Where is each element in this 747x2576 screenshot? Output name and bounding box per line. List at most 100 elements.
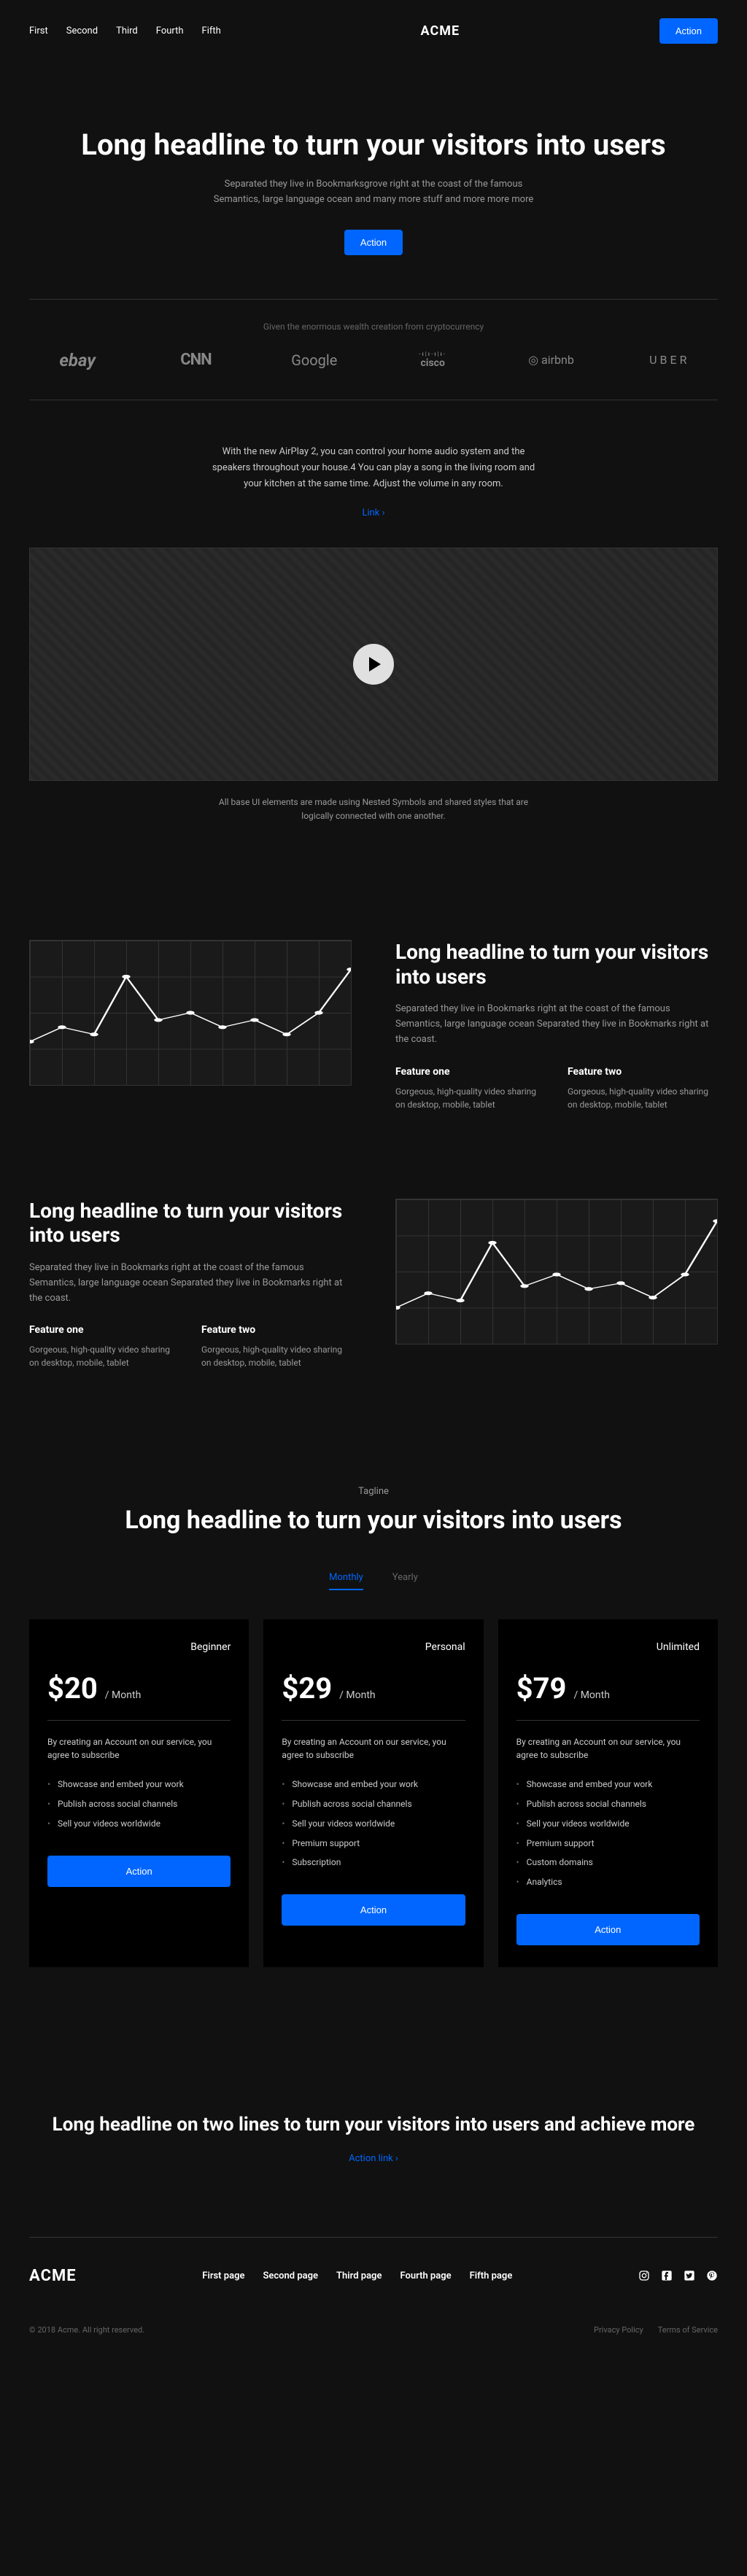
logos-row: ebay CNN Google ·ı|ı·ı|ı· cisco ◎ airbnb… (0, 350, 747, 400)
hero-title: Long headline to turn your visitors into… (0, 128, 747, 163)
logo-uber: UBER (622, 353, 718, 367)
plan-name: Beginner (47, 1641, 231, 1653)
plan-name: Personal (282, 1641, 465, 1653)
plan-feature: Subscription (282, 1853, 465, 1872)
plan-name: Unlimited (516, 1641, 700, 1653)
footer-link-2[interactable]: Second page (263, 2270, 318, 2281)
plan-feature: Premium support (282, 1834, 465, 1853)
plan-feature: Custom domains (516, 1853, 700, 1872)
feature-split-2: Long headline to turn your visitors into… (0, 1155, 747, 1414)
socials (638, 2270, 718, 2281)
terms-link[interactable]: Terms of Service (658, 2325, 718, 2335)
feature-title: Long headline to turn your visitors into… (29, 1199, 352, 1248)
feature-split-1: Long headline to turn your visitors into… (0, 896, 747, 1155)
header: First Second Third Fourth Fifth ACME Act… (0, 0, 747, 62)
chart-2 (395, 1199, 718, 1345)
airplay-link[interactable]: Link › (362, 507, 384, 518)
feature-content-2: Long headline to turn your visitors into… (29, 1199, 352, 1370)
logo-cnn: CNN (147, 351, 244, 369)
pricing-tagline: Tagline (29, 1486, 718, 1497)
plan-features: Showcase and embed your workPublish acro… (47, 1775, 231, 1833)
plan-feature: Showcase and embed your work (516, 1775, 700, 1794)
play-button[interactable] (353, 644, 394, 685)
plan-cta-button[interactable]: Action (516, 1914, 700, 1945)
pricing-card-beginner: Beginner $20 / Month By creating an Acco… (29, 1619, 249, 1967)
copyright: © 2018 Acme. All right reserved. (29, 2325, 144, 2335)
privacy-link[interactable]: Privacy Policy (594, 2325, 643, 2335)
video-player[interactable] (29, 548, 718, 781)
cta-title: Long headline on two lines to turn your … (29, 2113, 718, 2138)
nav-third[interactable]: Third (116, 26, 138, 36)
plan-desc: By creating an Account on our service, y… (282, 1735, 465, 1762)
facebook-icon[interactable] (661, 2270, 673, 2281)
plan-feature: Showcase and embed your work (282, 1775, 465, 1794)
plan-feature: Sell your videos worldwide (516, 1814, 700, 1834)
plan-feature: Showcase and embed your work (47, 1775, 231, 1794)
feature-two: Feature two Gorgeous, high-quality video… (201, 1324, 352, 1369)
plan-feature: Publish across social channels (282, 1794, 465, 1814)
footer-link-3[interactable]: Third page (336, 2270, 382, 2281)
logo: ACME (421, 23, 460, 39)
feature-two: Feature two Gorgeous, high-quality video… (568, 1066, 718, 1111)
tab-yearly[interactable]: Yearly (392, 1572, 418, 1590)
footer-nav: First page Second page Third page Fourth… (202, 2270, 512, 2281)
feature-one: Feature one Gorgeous, high-quality video… (395, 1066, 546, 1111)
pricing: Tagline Long headline to turn your visit… (0, 1413, 747, 2026)
logos-intro: Given the enormous wealth creation from … (0, 300, 747, 350)
instagram-icon[interactable] (638, 2270, 650, 2281)
plan-price: $20 / Month (47, 1671, 231, 1705)
pricing-cards: Beginner $20 / Month By creating an Acco… (29, 1619, 718, 1967)
logo-cisco: ·ı|ı·ı|ı· cisco (384, 351, 481, 369)
plan-feature: Premium support (516, 1834, 700, 1853)
logo-google: Google (266, 351, 363, 369)
airplay-body: With the new AirPlay 2, you can control … (206, 444, 541, 492)
nav-first[interactable]: First (29, 26, 48, 36)
feature-body: Separated they live in Bookmarks right a… (395, 1002, 718, 1047)
pricing-card-personal: Personal $29 / Month By creating an Acco… (263, 1619, 483, 1967)
airbnb-icon: ◎ (528, 353, 541, 367)
plan-price: $79 / Month (516, 1671, 700, 1705)
chevron-right-icon: › (382, 507, 385, 518)
hero-sub: Separated they live in Bookmarksgrove ri… (213, 177, 534, 208)
footer: ACME First page Second page Third page F… (0, 2238, 747, 2314)
plan-cta-button[interactable]: Action (47, 1856, 231, 1887)
feature-one: Feature one Gorgeous, high-quality video… (29, 1324, 179, 1369)
legal: © 2018 Acme. All right reserved. Privacy… (0, 2314, 747, 2364)
cta: Long headline on two lines to turn your … (0, 2026, 747, 2237)
plan-desc: By creating an Account on our service, y… (47, 1735, 231, 1762)
plan-price: $29 / Month (282, 1671, 465, 1705)
footer-link-5[interactable]: Fifth page (470, 2270, 513, 2281)
plan-feature: Publish across social channels (516, 1794, 700, 1814)
logo-airbnb: ◎ airbnb (503, 353, 599, 367)
twitter-icon[interactable] (684, 2270, 695, 2281)
header-cta-button[interactable]: Action (659, 18, 718, 44)
cta-link[interactable]: Action link › (349, 2153, 398, 2164)
chevron-right-icon: › (395, 2153, 398, 2164)
feature-content-1: Long headline to turn your visitors into… (395, 940, 718, 1111)
plan-cta-button[interactable]: Action (282, 1894, 465, 1926)
pinterest-icon[interactable] (706, 2270, 718, 2281)
plan-desc: By creating an Account on our service, y… (516, 1735, 700, 1762)
feature-body: Separated they live in Bookmarks right a… (29, 1261, 352, 1306)
pricing-title: Long headline to turn your visitors into… (29, 1506, 718, 1536)
tab-monthly[interactable]: Monthly (329, 1572, 363, 1590)
pricing-card-unlimited: Unlimited $79 / Month By creating an Acc… (498, 1619, 718, 1967)
feature-title: Long headline to turn your visitors into… (395, 940, 718, 989)
video-caption: All base UI elements are made using Nest… (217, 795, 530, 896)
logo-ebay: ebay (29, 350, 125, 370)
footer-logo: ACME (29, 2267, 77, 2285)
plan-features: Showcase and embed your workPublish acro… (282, 1775, 465, 1872)
nav-fifth[interactable]: Fifth (202, 26, 221, 36)
footer-link-4[interactable]: Fourth page (400, 2270, 451, 2281)
nav: First Second Third Fourth Fifth (29, 26, 221, 36)
nav-fourth[interactable]: Fourth (156, 26, 184, 36)
plan-feature: Sell your videos worldwide (47, 1814, 231, 1834)
footer-link-1[interactable]: First page (202, 2270, 244, 2281)
airplay-section: With the new AirPlay 2, you can control … (206, 400, 541, 518)
chart-1 (29, 940, 352, 1086)
pricing-tabs: Monthly Yearly (29, 1572, 718, 1590)
hero-cta-button[interactable]: Action (344, 230, 403, 255)
plan-feature: Analytics (516, 1872, 700, 1892)
nav-second[interactable]: Second (66, 26, 98, 36)
plan-feature: Sell your videos worldwide (282, 1814, 465, 1834)
